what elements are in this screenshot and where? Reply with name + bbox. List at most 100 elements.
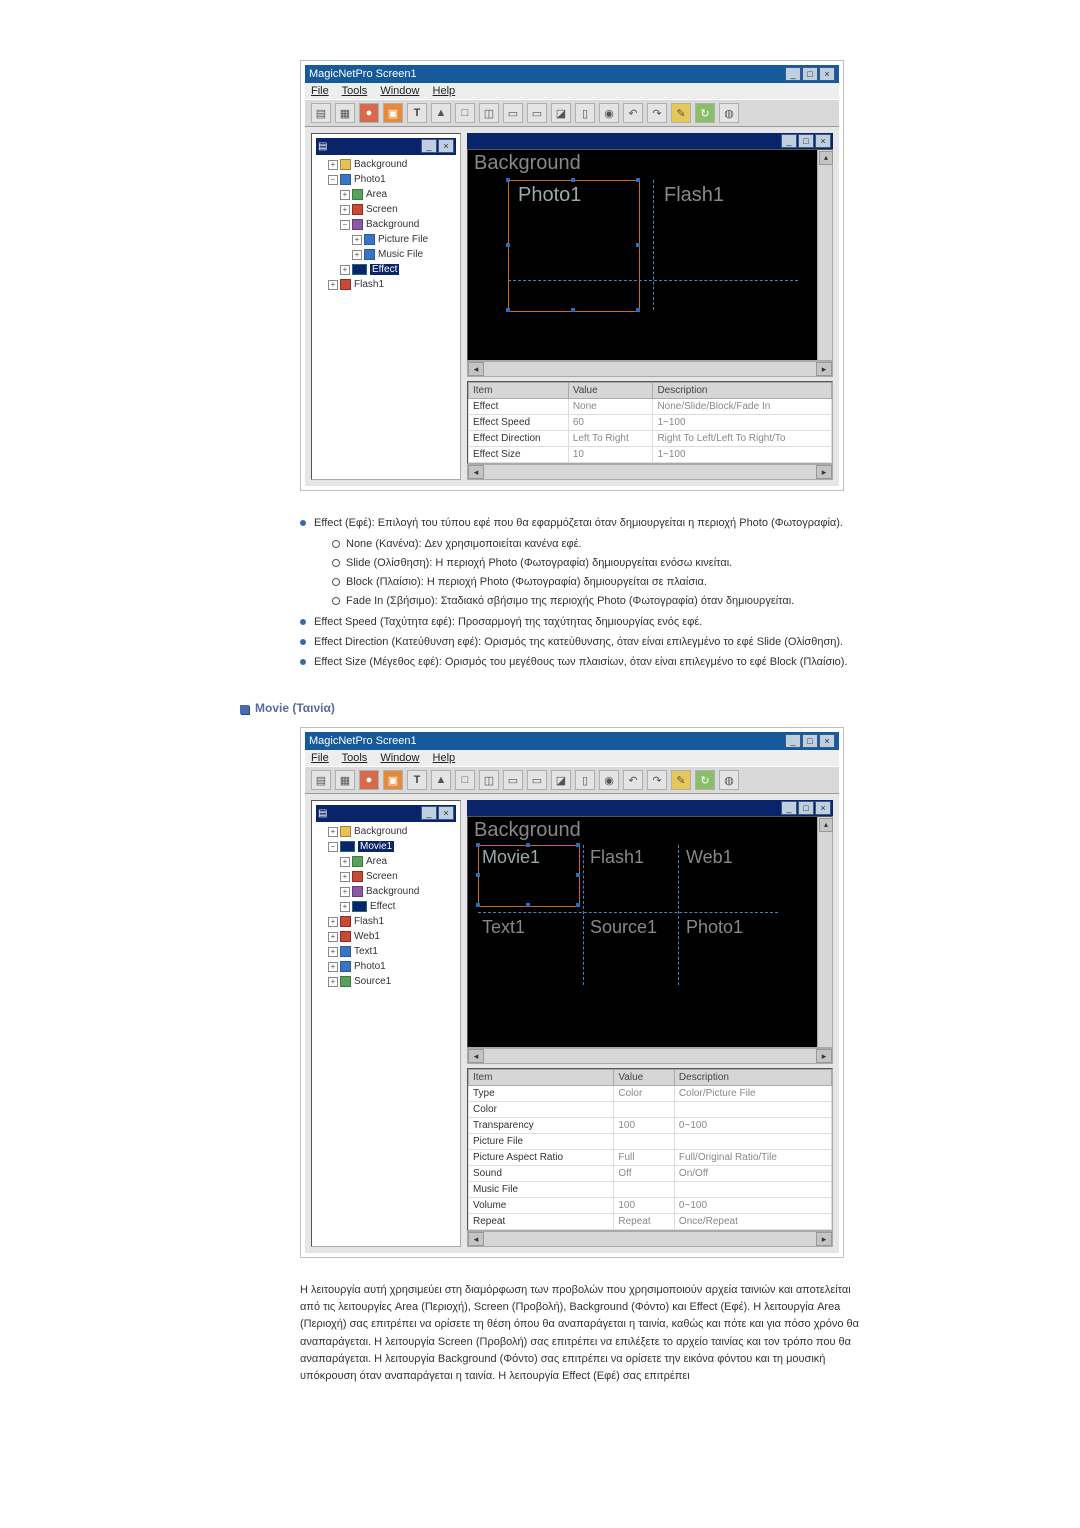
close-icon[interactable]: × xyxy=(819,734,835,748)
grid-row[interactable]: EffectNoneNone/Slide/Block/Fade In xyxy=(469,399,832,415)
maximize-icon[interactable]: □ xyxy=(802,67,818,81)
tool-icon[interactable]: ▤ xyxy=(311,770,331,790)
tool-icon[interactable]: ↷ xyxy=(647,103,667,123)
tree-item[interactable]: +Text1 xyxy=(328,944,456,959)
tool-icon[interactable]: ▲ xyxy=(431,770,451,790)
text-tool-icon[interactable]: T xyxy=(407,770,427,790)
tool-icon[interactable]: ◫ xyxy=(479,770,499,790)
panel-max-icon[interactable]: □ xyxy=(798,134,814,148)
tree-item[interactable]: +Effect xyxy=(340,899,456,914)
panel-max-icon[interactable]: □ xyxy=(798,801,814,815)
menu-tools[interactable]: Tools xyxy=(342,85,368,97)
tool-icon[interactable]: ▦ xyxy=(335,770,355,790)
tree-item[interactable]: +Area xyxy=(340,187,456,202)
tool-icon[interactable]: ▭ xyxy=(503,103,523,123)
tree-item[interactable]: +Area xyxy=(340,854,456,869)
panel-min-icon[interactable]: _ xyxy=(781,801,797,815)
minimize-icon[interactable]: _ xyxy=(785,734,801,748)
tool-icon[interactable]: ▦ xyxy=(335,103,355,123)
scroll-right-icon[interactable]: ▸ xyxy=(816,1232,832,1246)
tool-icon[interactable]: ▯ xyxy=(575,103,595,123)
scroll-left-icon[interactable]: ◂ xyxy=(468,1232,484,1246)
panel-min-icon[interactable]: _ xyxy=(781,134,797,148)
tool-icon[interactable]: ✎ xyxy=(671,103,691,123)
tool-icon[interactable]: □ xyxy=(455,770,475,790)
tool-icon[interactable]: □ xyxy=(455,103,475,123)
tool-icon[interactable]: ▭ xyxy=(527,770,547,790)
panel-close-icon[interactable]: × xyxy=(438,139,454,153)
tree-item[interactable]: +Source1 xyxy=(328,974,456,989)
tool-icon[interactable]: ▲ xyxy=(431,103,451,123)
grid-row[interactable]: Picture File xyxy=(469,1134,832,1150)
close-icon[interactable]: × xyxy=(819,67,835,81)
layout-canvas[interactable]: Background Photo1 Flash1 ▴ xyxy=(467,149,833,361)
tree-item[interactable]: +Screen xyxy=(340,869,456,884)
tree-item[interactable]: −Background+Picture File+Music File xyxy=(340,217,456,262)
scroll-right-icon[interactable]: ▸ xyxy=(816,465,832,479)
menu-tools[interactable]: Tools xyxy=(342,752,368,764)
panel-min-icon[interactable]: _ xyxy=(421,139,437,153)
layout-canvas[interactable]: Background Movie1 Flash1 Web1 Text1 Sour… xyxy=(467,816,833,1048)
grid-row[interactable]: Effect Size101~100 xyxy=(469,447,832,463)
grid-row[interactable]: Effect Speed601~100 xyxy=(469,415,832,431)
tool-icon[interactable]: ↻ xyxy=(695,770,715,790)
text-tool-icon[interactable]: T xyxy=(407,103,427,123)
scroll-left-icon[interactable]: ◂ xyxy=(468,465,484,479)
tree-item[interactable]: +Picture File xyxy=(352,232,456,247)
tool-icon[interactable]: ◍ xyxy=(719,770,739,790)
menu-file[interactable]: File xyxy=(311,752,329,764)
panel-close-icon[interactable]: × xyxy=(438,806,454,820)
tool-icon[interactable]: ▭ xyxy=(503,770,523,790)
tool-icon[interactable]: ◫ xyxy=(479,103,499,123)
tool-icon[interactable]: ↶ xyxy=(623,770,643,790)
grid-row[interactable]: TypeColorColor/Picture File xyxy=(469,1086,832,1102)
scroll-up-icon[interactable]: ▴ xyxy=(819,818,833,832)
tree-item[interactable]: +Background xyxy=(328,157,456,172)
scroll-right-icon[interactable]: ▸ xyxy=(816,362,832,376)
tool-icon[interactable]: ▯ xyxy=(575,770,595,790)
tool-icon[interactable]: ↷ xyxy=(647,770,667,790)
grid-row[interactable]: SoundOffOn/Off xyxy=(469,1166,832,1182)
tool-icon[interactable]: ◉ xyxy=(599,770,619,790)
scroll-left-icon[interactable]: ◂ xyxy=(468,1049,484,1063)
tool-icon[interactable]: ↶ xyxy=(623,103,643,123)
tree-item[interactable]: −Movie1+Area+Screen+Background+Effect xyxy=(328,839,456,914)
menu-help[interactable]: Help xyxy=(433,85,456,97)
menu-help[interactable]: Help xyxy=(433,752,456,764)
tool-icon[interactable]: ▤ xyxy=(311,103,331,123)
tool-icon[interactable]: ✎ xyxy=(671,770,691,790)
grid-row[interactable]: Effect DirectionLeft To RightRight To Le… xyxy=(469,431,832,447)
tree-item[interactable]: +Flash1 xyxy=(328,914,456,929)
grid-row[interactable]: Music File xyxy=(469,1182,832,1198)
minimize-icon[interactable]: _ xyxy=(785,67,801,81)
tool-icon[interactable]: ◪ xyxy=(551,770,571,790)
tree-item[interactable]: +Web1 xyxy=(328,929,456,944)
grid-row[interactable]: RepeatRepeatOnce/Repeat xyxy=(469,1214,832,1230)
scroll-up-icon[interactable]: ▴ xyxy=(819,151,833,165)
panel-min-icon[interactable]: _ xyxy=(421,806,437,820)
maximize-icon[interactable]: □ xyxy=(802,734,818,748)
grid-row[interactable]: Color xyxy=(469,1102,832,1118)
tool-icon[interactable]: ◉ xyxy=(599,103,619,123)
panel-close-icon[interactable]: × xyxy=(815,134,831,148)
tree-item[interactable]: +Screen xyxy=(340,202,456,217)
tool-icon[interactable]: ↻ xyxy=(695,103,715,123)
tool-icon[interactable]: ▭ xyxy=(527,103,547,123)
grid-row[interactable]: Volume1000~100 xyxy=(469,1198,832,1214)
tree-item[interactable]: +Effect xyxy=(340,262,456,277)
menu-window[interactable]: Window xyxy=(380,85,419,97)
tree-item[interactable]: −Photo1+Area+Screen−Background+Picture F… xyxy=(328,172,456,277)
scroll-right-icon[interactable]: ▸ xyxy=(816,1049,832,1063)
tree-item[interactable]: +Photo1 xyxy=(328,959,456,974)
scroll-left-icon[interactable]: ◂ xyxy=(468,362,484,376)
panel-close-icon[interactable]: × xyxy=(815,801,831,815)
tool-icon[interactable]: ◍ xyxy=(719,103,739,123)
menu-file[interactable]: File xyxy=(311,85,329,97)
grid-row[interactable]: Transparency1000~100 xyxy=(469,1118,832,1134)
tree-item[interactable]: +Music File xyxy=(352,247,456,262)
tree-item[interactable]: +Flash1 xyxy=(328,277,456,292)
tool-icon[interactable]: ● xyxy=(359,103,379,123)
tool-icon[interactable]: ● xyxy=(359,770,379,790)
tool-icon[interactable]: ▣ xyxy=(383,770,403,790)
tree-item[interactable]: +Background xyxy=(328,824,456,839)
